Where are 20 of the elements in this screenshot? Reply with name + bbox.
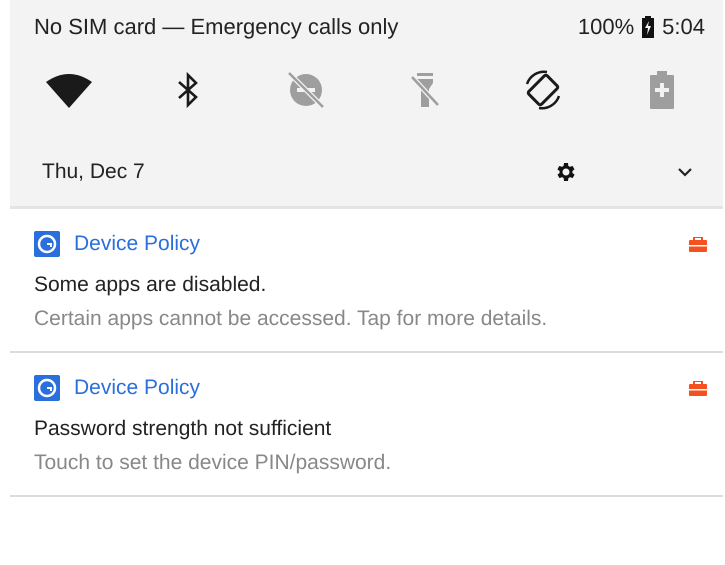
battery-percent: 100% (578, 14, 634, 40)
app-name: Device Policy (74, 376, 202, 400)
clock: 5:04 (662, 14, 705, 40)
battery-charging-icon (642, 16, 654, 38)
notification-title: Some apps are disabled. (34, 273, 268, 297)
briefcase-icon (689, 236, 707, 252)
expand-icon[interactable] (677, 167, 693, 177)
wifi-icon[interactable] (46, 72, 92, 108)
app-icon (34, 231, 60, 257)
app-icon (34, 375, 60, 401)
notification-card[interactable]: Device Policy Password strength not sufficient Touch to set the device PIN/password. (10, 353, 723, 497)
date-label: Thu, Dec 7 (42, 160, 146, 184)
notification-title: Password strength not sufficient (34, 417, 332, 441)
notification-card[interactable]: Device Policy Some apps are disabled. Certain apps cannot be accessed. Tap for more details. (10, 209, 723, 353)
app-name: Device Policy (74, 232, 202, 256)
briefcase-icon (689, 380, 707, 396)
notification-text: Touch to set the device PIN/password. (34, 451, 392, 475)
carrier-status: No SIM card — Emergency calls only (34, 14, 400, 40)
bluetooth-icon[interactable] (176, 72, 200, 108)
notification-text: Certain apps cannot be accessed. Tap for more details. (34, 307, 548, 331)
